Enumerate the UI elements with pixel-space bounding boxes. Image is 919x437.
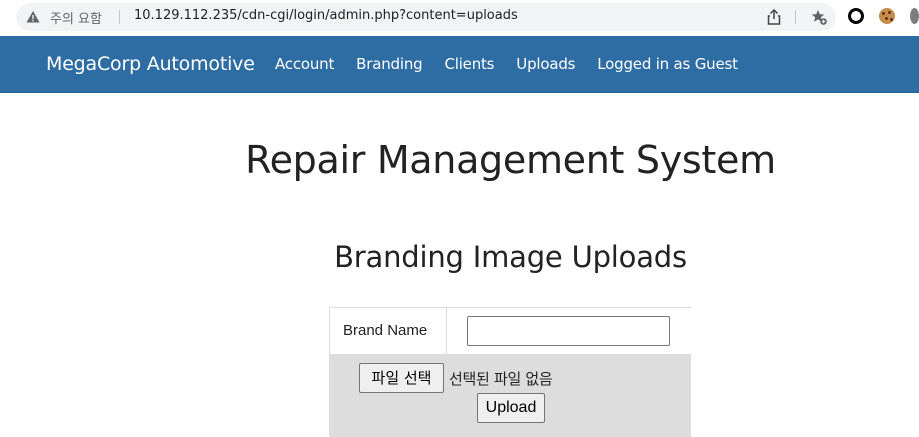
share-icon[interactable] [767, 9, 781, 25]
omnibox-divider [119, 10, 120, 24]
browser-toolbar: 주의 요함 10.129.112.235/cdn-cgi/login/admin… [0, 0, 919, 36]
navbar-brand[interactable]: MegaCorp Automotive [46, 53, 255, 75]
brand-name-label: Brand Name [343, 322, 428, 339]
section-title: Branding Image Uploads [334, 240, 687, 274]
nav-link-branding[interactable]: Branding [356, 55, 422, 73]
security-status-text[interactable]: 주의 요함 [50, 8, 102, 27]
extension-ring-icon[interactable] [848, 8, 864, 24]
top-navbar: MegaCorp Automotive Account Branding Cli… [0, 36, 919, 93]
nav-link-account[interactable]: Account [275, 55, 334, 73]
choose-file-button[interactable]: 파일 선택 [359, 363, 444, 393]
cell-divider [446, 308, 447, 354]
nav-links: Account Branding Clients Uploads Logged … [275, 55, 738, 73]
upload-button[interactable]: Upload [477, 393, 545, 423]
url-text[interactable]: 10.129.112.235/cdn-cgi/login/admin.php?c… [134, 8, 518, 23]
nav-link-clients[interactable]: Clients [444, 55, 494, 73]
profile-icon[interactable] [910, 8, 919, 24]
warning-icon[interactable] [26, 10, 40, 24]
file-upload-row: 파일 선택 선택된 파일 없음 Upload [330, 354, 691, 437]
file-status-text: 선택된 파일 없음 [449, 370, 553, 388]
page-title: Repair Management System [245, 138, 776, 182]
omnibox-divider-2 [795, 10, 796, 24]
bookmark-star-icon[interactable] [811, 9, 827, 25]
upload-form: Brand Name 파일 선택 선택된 파일 없음 Upload [329, 307, 691, 437]
brand-name-row: Brand Name [330, 308, 691, 354]
address-bar[interactable]: 주의 요함 10.129.112.235/cdn-cgi/login/admin… [16, 3, 836, 31]
nav-link-uploads[interactable]: Uploads [516, 55, 575, 73]
cookie-extension-icon[interactable] [879, 8, 895, 24]
brand-name-input[interactable] [467, 316, 670, 346]
logged-in-status: Logged in as Guest [597, 55, 738, 73]
